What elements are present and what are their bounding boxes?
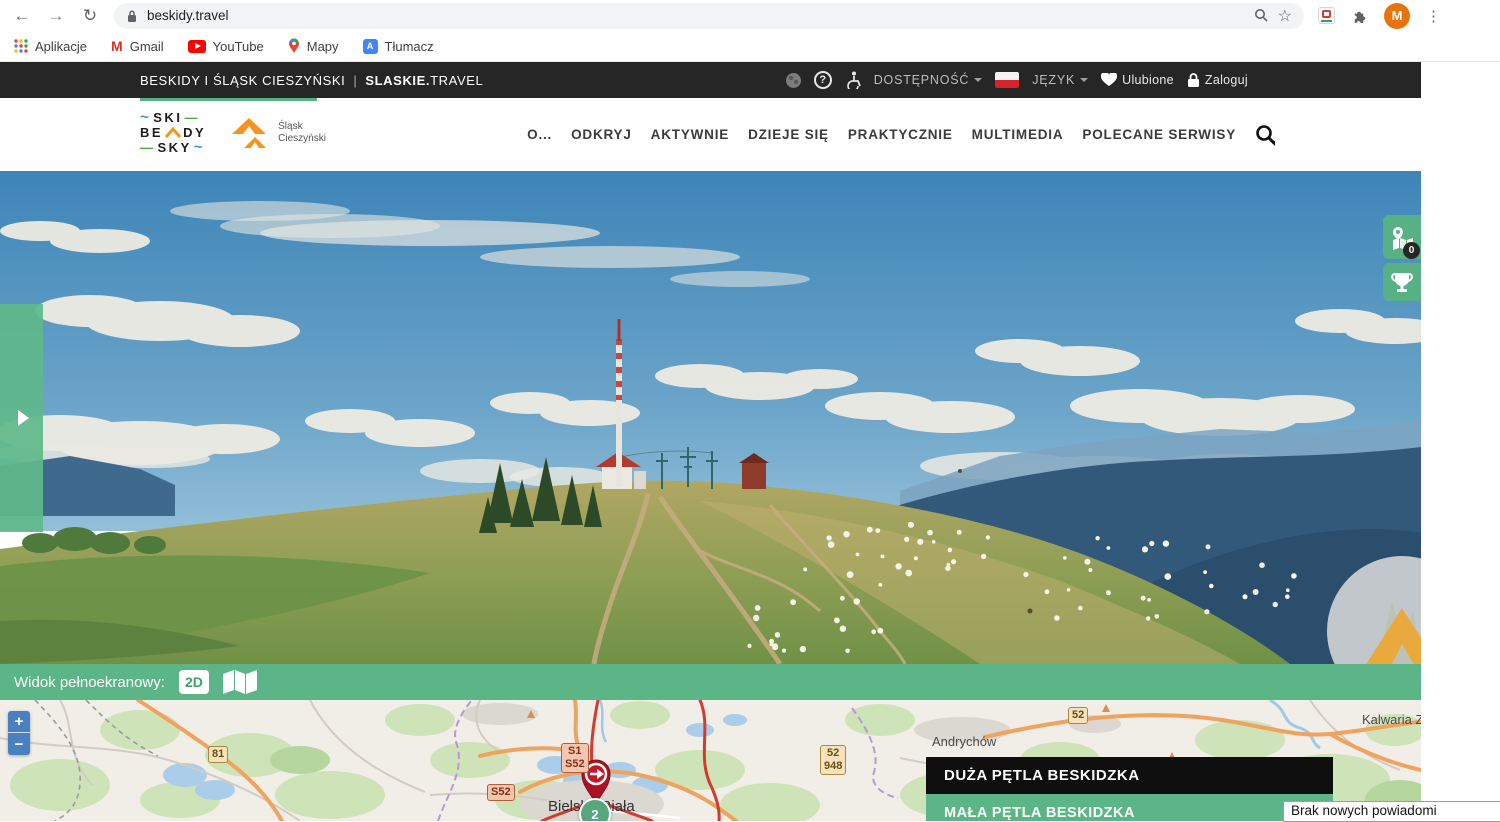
back-button[interactable]: ← xyxy=(12,6,32,26)
ski-besky-logo: ~SKI— BEDY —SKY~ xyxy=(140,110,206,155)
language-dropdown[interactable]: JĘZYK xyxy=(1032,73,1088,87)
trophy-icon xyxy=(1390,270,1414,294)
bookmark-star-icon[interactable]: ☆ xyxy=(1278,6,1292,26)
help-icon[interactable]: ? xyxy=(814,71,832,89)
lock-icon xyxy=(126,9,138,23)
browser-actions: M ⋮ xyxy=(1318,3,1441,29)
route-item-duza-petla[interactable]: DUŻA PĘTLA BESKIDZKA xyxy=(926,757,1333,794)
side-panel-toggle[interactable] xyxy=(0,304,43,532)
browser-menu-icon[interactable]: ⋮ xyxy=(1426,7,1441,25)
brand-slaskie[interactable]: SLASKIE.TRAVEL xyxy=(365,73,483,88)
city-label-andrychow: Andrychów xyxy=(932,734,996,749)
trophy-button[interactable] xyxy=(1383,263,1421,301)
bookmark-youtube[interactable]: YouTube xyxy=(188,39,264,54)
webpage: BESKIDY I ŚLĄSK CIESZYŃSKI | SLASKIE.TRA… xyxy=(0,62,1421,821)
routes-count-badge: 0 xyxy=(1403,242,1420,259)
fullscreen-label: Widok pełnoekranowy: xyxy=(14,674,165,691)
youtube-icon xyxy=(188,40,206,53)
chevron-down-icon xyxy=(1080,78,1088,82)
address-bar[interactable]: beskidy.travel ☆ xyxy=(114,3,1304,29)
brand-separator: | xyxy=(353,73,357,88)
zoom-page-icon[interactable] xyxy=(1254,8,1269,23)
routes-map-button[interactable]: 0 xyxy=(1383,215,1421,259)
nav-item-multimedia[interactable]: MULTIMEDIA xyxy=(972,127,1064,142)
nav-item-odkryj[interactable]: ODKRYJ xyxy=(571,127,632,142)
map-view-button[interactable] xyxy=(223,669,257,695)
translate-icon: A xyxy=(363,39,378,54)
accessibility-dropdown[interactable]: DOSTĘPNOŚĆ xyxy=(874,73,983,87)
active-accent-line xyxy=(140,98,317,101)
hero-image: 0 xyxy=(0,171,1421,664)
reload-button[interactable]: ↻ xyxy=(80,6,100,26)
bookmark-label: Mapy xyxy=(307,39,339,54)
chevron-down-icon xyxy=(974,78,982,82)
nav-item-polecane-serwisy[interactable]: POLECANE SERWISY xyxy=(1082,127,1236,142)
login-link[interactable]: Zaloguj xyxy=(1187,73,1248,88)
chevron-right-icon xyxy=(18,410,29,426)
nav-item-praktycznie[interactable]: PRAKTYCZNIE xyxy=(848,127,953,142)
orange-arrows-icon xyxy=(228,116,270,150)
gmail-icon: M xyxy=(111,38,123,54)
view-2d-button[interactable]: 2D xyxy=(179,670,209,694)
nav-item-dzieje-sie[interactable]: DZIEJE SIĘ xyxy=(748,127,829,142)
notification-tooltip: Brak nowych powiadomi xyxy=(1283,801,1500,822)
road-shield-52: 52 xyxy=(1068,707,1088,724)
search-icon[interactable] xyxy=(1255,124,1277,146)
bookmarks-bar: Aplikacje M Gmail YouTube Mapy A Tłumacz xyxy=(0,31,1500,62)
zoom-out-button[interactable]: − xyxy=(8,733,30,755)
main-navigation: ~SKI— BEDY —SKY~ ŚląskCieszyński O... OD… xyxy=(0,98,1421,171)
bookmark-label: Gmail xyxy=(130,39,164,54)
bookmark-label: YouTube xyxy=(213,39,264,54)
nav-item-aktywnie[interactable]: AKTYWNIE xyxy=(651,127,729,142)
poland-flag-icon[interactable] xyxy=(995,72,1019,88)
site-logo[interactable]: ~SKI— BEDY —SKY~ ŚląskCieszyński xyxy=(140,110,326,155)
profile-avatar[interactable]: M xyxy=(1384,3,1410,29)
topbar-utils: ? DOSTĘPNOŚĆ JĘZYK Ulubione Zaloguj xyxy=(786,62,1248,98)
slask-cieszynski-logo: ŚląskCieszyński xyxy=(228,116,326,150)
zoom-in-button[interactable]: + xyxy=(8,711,30,733)
brand-region: BESKIDY I ŚLĄSK CIESZYŃSKI xyxy=(140,73,345,88)
heart-icon xyxy=(1101,73,1117,87)
maps-pin-icon xyxy=(288,38,300,54)
url-text: beskidy.travel xyxy=(147,8,1245,23)
route-item-mala-petla[interactable]: MAŁA PĘTLA BESKIDZKA xyxy=(926,794,1333,821)
landscape-scene xyxy=(0,171,1421,664)
forward-button[interactable]: → xyxy=(46,6,66,26)
road-shield-81: 81 xyxy=(208,746,228,763)
browser-toolbar: ← → ↻ beskidy.travel ☆ M ⋮ xyxy=(0,0,1500,31)
bookmark-label: Tłumacz xyxy=(385,39,434,54)
apps-grid-icon xyxy=(14,39,28,53)
mountain-caret-icon xyxy=(165,127,181,138)
floating-actions: 0 xyxy=(1383,215,1421,301)
wheelchair-icon[interactable] xyxy=(845,71,861,89)
browser-window: ← → ↻ beskidy.travel ☆ M ⋮ Aplikacje M xyxy=(0,0,1500,822)
map-canvas[interactable]: Andrychów Kalwaria Ze Bielsko-Biała 81 5… xyxy=(0,700,1421,821)
road-shield-s52: S52 xyxy=(487,784,515,801)
lock-icon xyxy=(1187,73,1200,88)
bookmark-apps[interactable]: Aplikacje xyxy=(14,39,87,54)
road-shield-52-948: 52948 xyxy=(820,745,846,775)
bookmark-label: Aplikacje xyxy=(35,39,87,54)
nav-item-o[interactable]: O... xyxy=(527,127,552,142)
orange-mountain-icon xyxy=(1347,586,1421,664)
extensions-puzzle-icon[interactable] xyxy=(1351,7,1368,24)
favorites-link[interactable]: Ulubione xyxy=(1101,73,1174,87)
site-topbar: BESKIDY I ŚLĄSK CIESZYŃSKI | SLASKIE.TRA… xyxy=(0,62,1421,98)
city-label-kalwaria: Kalwaria Ze xyxy=(1362,712,1421,727)
map-zoom-control: + − xyxy=(8,711,30,755)
bookmark-gmail[interactable]: M Gmail xyxy=(111,38,164,54)
road-shield-s1-s52: S1S52 xyxy=(561,743,589,773)
contrast-icon[interactable] xyxy=(786,73,801,88)
nav-menu: O... ODKRYJ AKTYWNIE DZIEJE SIĘ PRAKTYCZ… xyxy=(527,98,1277,171)
bookmark-translate[interactable]: A Tłumacz xyxy=(363,39,434,54)
bookmark-maps[interactable]: Mapy xyxy=(288,38,339,54)
extension-icon[interactable] xyxy=(1318,7,1335,24)
fullscreen-bar: Widok pełnoekranowy: 2D xyxy=(0,664,1421,700)
site-brand: BESKIDY I ŚLĄSK CIESZYŃSKI | SLASKIE.TRA… xyxy=(140,62,483,98)
